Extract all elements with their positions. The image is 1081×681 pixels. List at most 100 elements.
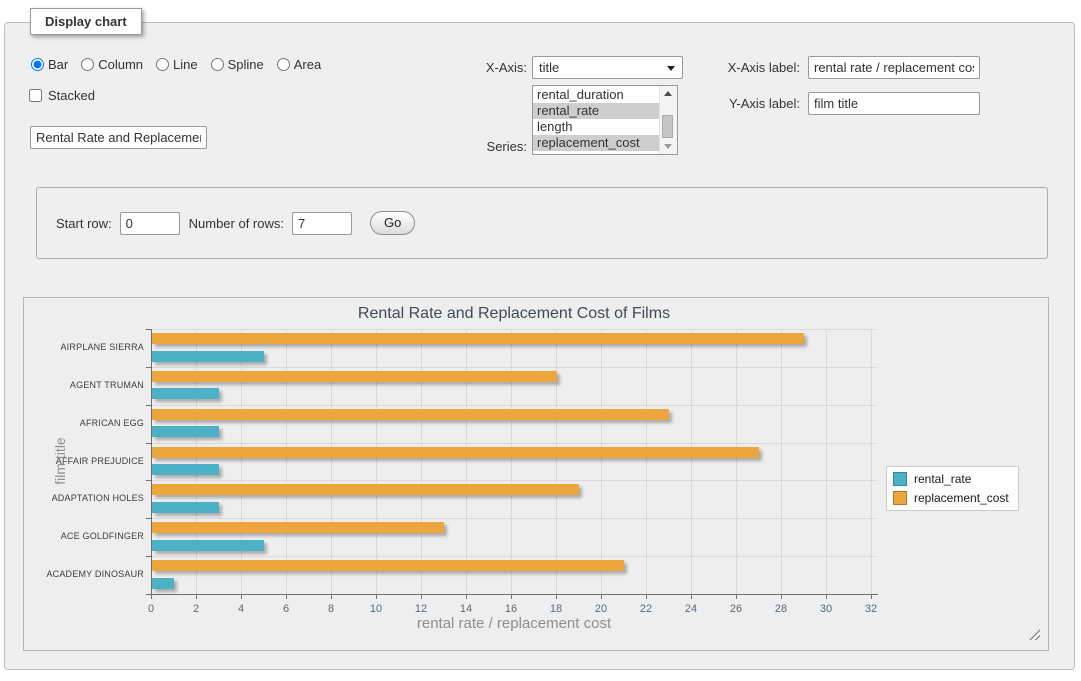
chart-title: Rental Rate and Replacement Cost of Film… [151,305,877,323]
x-axis-label-input[interactable] [808,56,980,79]
y-axis-title: film title [50,361,70,561]
x-tick-label: 10 [356,603,396,615]
chart-type-group: Bar Column Line Spline Area [31,57,321,72]
y-axis-line [151,329,152,595]
category-label: ACADEMY DINOSAUR [34,569,144,579]
series-option-replacement_cost[interactable]: replacement_cost [533,135,660,151]
gridline-vertical [781,329,782,594]
series-list-label: Series: [445,139,527,154]
x-tick-mark [736,595,737,599]
chart-type-option-bar[interactable]: Bar [31,57,68,72]
chart-type-radio-column[interactable] [81,58,94,71]
chart-type-option-label: Line [173,57,198,72]
series-option-rental_rate[interactable]: rental_rate [533,103,660,119]
x-tick-mark [601,595,602,599]
resize-handle-icon[interactable] [1029,629,1040,640]
gridline-vertical [196,329,197,594]
bar-replacement_cost [152,522,444,533]
start-row-label: Start row: [56,216,112,231]
x-tick-mark [151,595,152,599]
x-axis-select[interactable]: title [532,56,683,79]
x-tick-label: 14 [446,603,486,615]
gridline-horizontal [151,329,877,330]
x-tick-mark [376,595,377,599]
scrollbar-thumb[interactable] [662,115,673,138]
gridline-vertical [556,329,557,594]
dropdown-arrow-icon [667,66,675,71]
chart-type-radio-area[interactable] [277,58,290,71]
x-tick-mark [421,595,422,599]
x-tick-mark [646,595,647,599]
x-tick-mark [826,595,827,599]
chart-type-option-spline[interactable]: Spline [211,57,264,72]
stacked-checkbox[interactable] [29,89,42,102]
rental_rate-swatch-icon [893,472,907,486]
series-option-length[interactable]: length [533,119,660,135]
chart-type-radio-spline[interactable] [211,58,224,71]
chart-type-option-label: Column [98,57,143,72]
bar-replacement_cost [152,447,759,458]
listbox-scrollbar[interactable] [659,86,677,154]
chart-type-option-area[interactable]: Area [277,57,321,72]
scroll-down-icon[interactable] [664,144,672,149]
bar-rental_rate [152,351,264,362]
x-tick-label: 28 [761,603,801,615]
chart-type-radio-bar[interactable] [31,58,44,71]
gridline-vertical [331,329,332,594]
x-tick-mark [331,595,332,599]
start-row-input[interactable] [120,212,180,235]
bar-replacement_cost [152,560,624,571]
x-tick-label: 20 [581,603,621,615]
number-of-rows-label: Number of rows: [189,216,284,231]
x-tick-label: 6 [266,603,306,615]
chart-type-radio-line[interactable] [156,58,169,71]
legend-item-replacement_cost[interactable]: replacement_cost [893,491,1009,505]
gridline-horizontal [151,405,877,406]
gridline-vertical [691,329,692,594]
x-tick-label: 12 [401,603,441,615]
x-tick-mark [466,595,467,599]
x-axis-label-label: X-Axis label: [705,60,800,75]
stacked-row: Stacked [29,88,95,103]
gridline-horizontal [151,367,877,368]
y-axis-label-input[interactable] [808,92,980,115]
row-controls-box: Start row: Number of rows: Go [36,187,1048,259]
gridline-vertical [871,329,872,594]
gridline-horizontal [151,480,877,481]
chart-type-option-column[interactable]: Column [81,57,143,72]
bar-rental_rate [152,502,219,513]
gridline-vertical [421,329,422,594]
chart-type-option-label: Area [294,57,321,72]
x-tick-label: 22 [626,603,666,615]
plot-area: 02468101214161820222426283032AIRPLANE SI… [151,329,877,594]
bar-rental_rate [152,540,264,551]
x-axis-select-label: X-Axis: [445,60,527,75]
chart-panel: Rental Rate and Replacement Cost of Film… [23,297,1049,651]
fieldset-legend: Display chart [30,8,142,35]
bar-rental_rate [152,388,219,399]
chart-title-input[interactable] [30,126,207,149]
series-option-rental_duration[interactable]: rental_duration [533,87,660,103]
gridline-horizontal [151,443,877,444]
x-tick-label: 16 [491,603,531,615]
series-listbox[interactable]: rental_durationrental_ratelengthreplacem… [532,85,678,155]
go-button[interactable]: Go [370,211,415,235]
legend-item-rental_rate[interactable]: rental_rate [893,472,1009,486]
number-of-rows-input[interactable] [292,212,352,235]
gridline-vertical [736,329,737,594]
category-label: AIRPLANE SIERRA [34,342,144,352]
x-tick-mark [286,595,287,599]
x-axis-selected-value: title [539,60,559,75]
chart-type-option-line[interactable]: Line [156,57,198,72]
bar-rental_rate [152,426,219,437]
bar-replacement_cost [152,409,669,420]
x-tick-label: 2 [176,603,216,615]
x-tick-label: 0 [131,603,171,615]
gridline-vertical [376,329,377,594]
x-tick-label: 30 [806,603,846,615]
bar-rental_rate [152,464,219,475]
legend-item-label: replacement_cost [914,491,1009,505]
x-tick-mark [196,595,197,599]
bar-replacement_cost [152,333,804,344]
scroll-up-icon[interactable] [664,91,672,96]
